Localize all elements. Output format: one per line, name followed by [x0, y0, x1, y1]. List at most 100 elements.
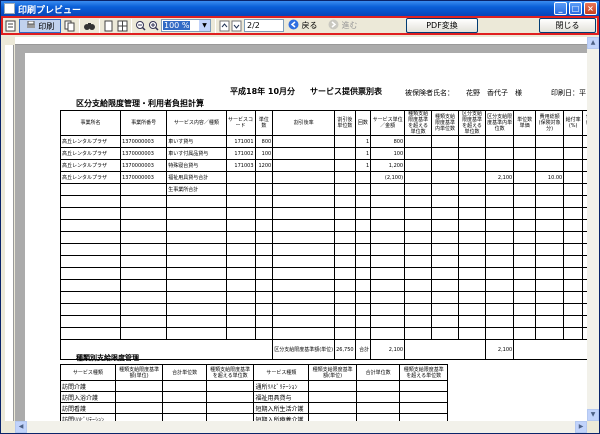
table-cell — [162, 413, 207, 421]
table-cell — [162, 380, 207, 392]
find-icon[interactable] — [83, 19, 96, 33]
table-cell — [458, 135, 486, 148]
scroll-down-icon[interactable]: ▼ — [587, 409, 599, 421]
table-cell — [534, 159, 565, 172]
table-cell: 生事業所合計 — [166, 183, 227, 196]
table-cell — [120, 291, 168, 304]
table-cell — [355, 413, 401, 421]
forward-button[interactable]: 進む — [328, 19, 364, 33]
table-row: 訪問介護 通所ﾘﾊﾋﾞﾘﾃｰｼｮﾝ — [60, 380, 448, 392]
table-row-empty — [59, 267, 587, 280]
print-button[interactable]: 印刷 — [19, 19, 61, 33]
multi-page-icon[interactable] — [116, 19, 129, 33]
table-row-empty — [59, 219, 587, 232]
table-cell — [484, 267, 515, 280]
table-cell — [166, 243, 227, 256]
service-table: 事業所名 事業所番号 サービス内容／種類 サービスコード 単位数 割引後率 割引後単位数 回数… — [59, 110, 587, 360]
table-cell — [272, 135, 336, 148]
table-cell — [404, 195, 433, 208]
table-cell — [513, 291, 536, 304]
chevron-down-icon[interactable]: ▼ — [199, 20, 210, 31]
table-cell — [120, 267, 168, 280]
back-button[interactable]: 戻る — [288, 19, 326, 33]
table-cell — [162, 391, 207, 403]
type-limit-table: サービス種類 種類支給限度基準額(単位) 合計単位数 種類支給限度基準を超える単位数サ… — [60, 364, 448, 421]
table-cell — [431, 243, 460, 256]
table-cell — [254, 207, 274, 220]
table-cell — [431, 231, 460, 244]
table-cell — [513, 327, 536, 340]
table-row-empty — [59, 231, 587, 244]
table-cell — [534, 267, 565, 280]
column-header: サービスコード — [225, 110, 256, 136]
table-cell — [431, 279, 460, 292]
table-cell — [205, 380, 255, 392]
table-header-row: 事業所名 事業所番号 サービス内容／種類 サービスコード 単位数 割引後率 割引後単位数 回数… — [59, 110, 587, 136]
table-cell — [59, 267, 122, 280]
single-page-icon[interactable] — [102, 19, 115, 33]
page-setup-icon[interactable] — [4, 19, 17, 33]
horizontal-ruler — [15, 37, 587, 45]
table-cell — [431, 315, 460, 328]
app-icon — [4, 3, 15, 14]
table-cell — [254, 219, 274, 232]
column-header: 事業所名 — [59, 110, 122, 136]
next-page-icon[interactable] — [230, 19, 243, 33]
zoom-select[interactable]: 100 % ▼ — [161, 19, 211, 32]
report-subtitle: サービス提供票別表 — [310, 87, 382, 96]
table-cell — [399, 380, 448, 392]
table-cell — [166, 315, 227, 328]
table-cell — [120, 231, 168, 244]
close-window-button[interactable]: × — [584, 2, 597, 15]
table-cell — [370, 303, 406, 316]
table-cell — [534, 183, 565, 196]
table-cell — [120, 195, 168, 208]
table-cell — [458, 183, 486, 196]
table-cell — [404, 207, 433, 220]
page-number-field[interactable]: 2/2 — [244, 19, 284, 32]
table-cell — [120, 219, 168, 232]
table-cell — [458, 315, 486, 328]
pdf-convert-button[interactable]: PDF変換 — [406, 18, 478, 33]
close-button[interactable]: 閉じる — [539, 18, 596, 33]
table-cell — [563, 243, 584, 256]
table-cell — [354, 243, 372, 256]
scroll-left-icon[interactable]: ◀ — [15, 421, 27, 433]
preview-viewport[interactable]: 区分支給限度管理・利用者負担計算 平成18年 10月分 サービス提供票別表 被保… — [15, 45, 587, 421]
table-cell: 高丘レンタルプラザ — [59, 147, 122, 160]
column-header: 種類支給限度基準内単位数 — [431, 110, 460, 136]
table-cell — [166, 255, 227, 268]
table-cell — [120, 207, 168, 220]
table-cell — [484, 159, 515, 172]
table-cell — [513, 219, 536, 232]
table-cell — [563, 171, 584, 184]
column-header: 割引後単位数 — [334, 110, 356, 136]
table-cell — [354, 219, 372, 232]
table-cell — [563, 183, 584, 196]
table-cell — [166, 327, 227, 340]
table-cell — [59, 303, 122, 316]
table-cell — [458, 255, 486, 268]
table-cell — [354, 195, 372, 208]
table-cell — [334, 219, 356, 232]
copy-icon[interactable] — [63, 19, 76, 33]
table-row-empty — [59, 243, 587, 256]
horizontal-scrollbar[interactable]: ◀ ▶ — [15, 421, 587, 433]
table-row: 訪問ﾘﾊﾋﾞﾘﾃｰｼｮﾝ 短期入所療養介護 — [60, 413, 448, 421]
maximize-button[interactable]: □ — [569, 2, 582, 15]
table-cell: 1 — [354, 147, 372, 160]
scroll-up-icon[interactable]: ▲ — [587, 37, 599, 49]
minimize-button[interactable]: _ — [554, 2, 567, 15]
zoom-in-icon[interactable] — [147, 19, 160, 33]
table-row-empty — [59, 303, 587, 316]
column-header: 費用総額(保険対象分) — [534, 110, 565, 136]
table-cell — [458, 219, 486, 232]
report-page: 区分支給限度管理・利用者負担計算 平成18年 10月分 サービス提供票別表 被保… — [25, 53, 587, 421]
table-cell — [484, 207, 515, 220]
table-cell — [431, 171, 460, 184]
back-label: 戻る — [301, 21, 318, 30]
scroll-right-icon[interactable]: ▶ — [575, 421, 587, 433]
vertical-scrollbar[interactable]: ▲ ▼ — [587, 37, 599, 421]
zoom-out-icon[interactable] — [134, 19, 147, 33]
title-bar[interactable]: 印刷プレビュー _ □ × — [1, 1, 599, 16]
